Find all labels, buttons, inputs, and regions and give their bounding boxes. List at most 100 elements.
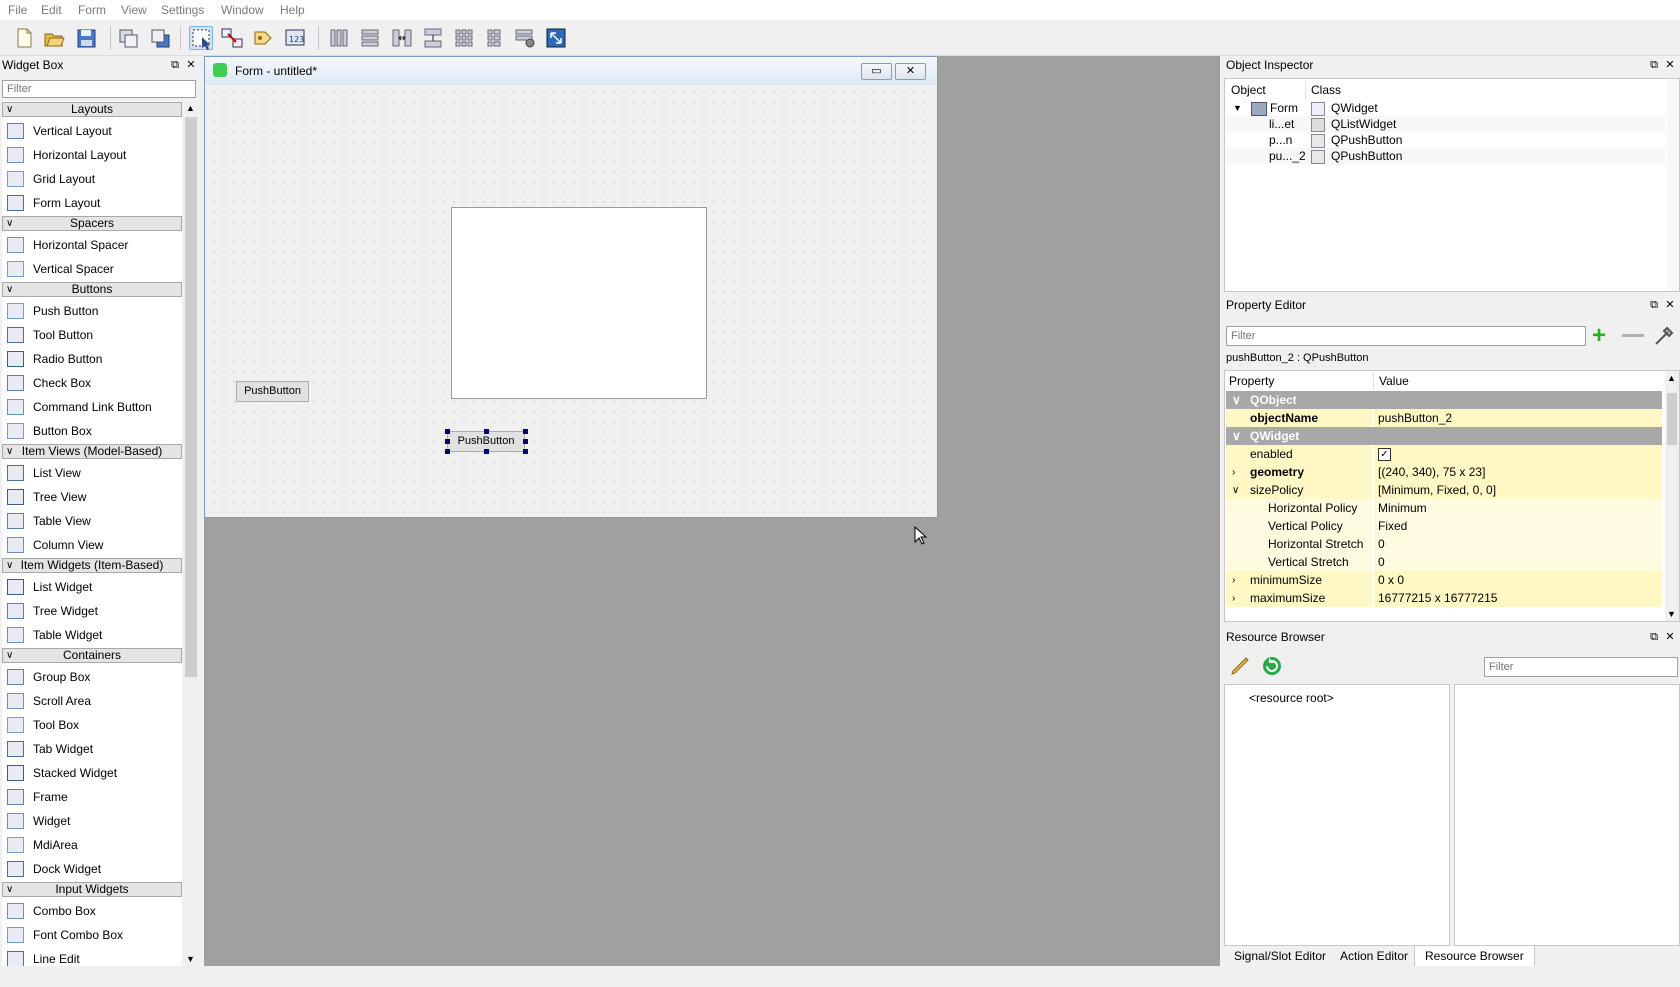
property-value[interactable]: pushButton_2 xyxy=(1374,409,1662,427)
property-table[interactable]: Property Value ∨ QObject objectName pushBut… xyxy=(1224,370,1680,622)
widget-item[interactable]: Tree Widget xyxy=(2,599,182,623)
widget-item[interactable]: Radio Button xyxy=(2,347,182,371)
chevron-down-icon[interactable]: ∨ xyxy=(6,217,13,230)
property-row[interactable]: Vertical Stretch 0 xyxy=(1226,553,1662,572)
chevron-down-icon[interactable]: ∨ xyxy=(6,649,13,662)
scrollbar-thumb[interactable] xyxy=(185,117,197,677)
selection-handle[interactable] xyxy=(445,449,450,454)
widget-item[interactable]: Vertical Spacer xyxy=(2,257,182,281)
form-canvas[interactable]: PushButton PushButton xyxy=(209,87,933,513)
property-value[interactable]: 0 xyxy=(1374,553,1662,571)
property-value[interactable]: ✓ xyxy=(1374,445,1662,463)
widget-item[interactable]: MdiArea xyxy=(2,833,182,857)
widget-item[interactable]: Table View xyxy=(2,509,182,533)
property-value[interactable]: 0 x 0 xyxy=(1374,571,1662,589)
category-header[interactable]: ∨ Item Views (Model-Based) xyxy=(2,444,182,459)
property-row[interactable]: Horizontal Stretch 0 xyxy=(1226,535,1662,554)
menu-form[interactable]: Form xyxy=(78,3,106,17)
widget-item[interactable]: Push Button xyxy=(2,299,182,323)
widget-item[interactable]: Stacked Widget xyxy=(2,761,182,785)
widget-item[interactable]: Frame xyxy=(2,785,182,809)
property-row[interactable]: › maximumSize 16777215 x 16777215 xyxy=(1226,589,1662,608)
minimize-button[interactable]: ▭ xyxy=(861,63,892,80)
widget-item[interactable]: Line Edit xyxy=(2,947,182,966)
chevron-down-icon[interactable]: ∨ xyxy=(1232,427,1241,446)
list-widget[interactable] xyxy=(451,207,707,399)
widget-item[interactable]: Group Box xyxy=(2,665,182,689)
tree-row-pushbutton-2[interactable]: pu..._2 QPushButton xyxy=(1225,148,1665,164)
widget-item[interactable]: Horizontal Spacer xyxy=(2,233,182,257)
save-form-icon[interactable] xyxy=(74,26,98,50)
tab-action-editor[interactable]: Action Editor xyxy=(1330,946,1418,966)
resource-filter-input[interactable] xyxy=(1484,657,1678,677)
widget-item[interactable]: Dock Widget xyxy=(2,857,182,881)
menu-settings[interactable]: Settings xyxy=(161,3,204,17)
lay-out-vertically-icon[interactable] xyxy=(358,26,382,50)
edit-resources-icon[interactable] xyxy=(1228,654,1252,678)
scrollbar-thumb[interactable] xyxy=(1667,393,1677,445)
widget-filter-input[interactable] xyxy=(2,80,196,98)
chevron-down-icon[interactable]: ∨ xyxy=(6,883,13,896)
lay-out-horizontally-icon[interactable] xyxy=(327,26,351,50)
chevron-right-icon[interactable]: › xyxy=(1232,571,1235,590)
vertical-splitter-icon[interactable] xyxy=(421,26,445,50)
menu-view[interactable]: View xyxy=(121,3,147,17)
widget-item[interactable]: List View xyxy=(2,461,182,485)
resource-root-item[interactable]: <resource root> xyxy=(1249,691,1334,705)
widget-item[interactable]: Table Widget xyxy=(2,623,182,647)
menu-edit[interactable]: Edit xyxy=(41,3,62,17)
close-dock-icon[interactable]: ✕ xyxy=(1664,59,1676,71)
reload-icon[interactable] xyxy=(1260,654,1284,678)
category-header[interactable]: ∨ Input Widgets xyxy=(2,882,182,897)
chevron-right-icon[interactable]: › xyxy=(1232,463,1235,482)
bring-forward-icon[interactable] xyxy=(116,26,140,50)
selection-handle[interactable] xyxy=(523,439,528,444)
tree-row-pushbutton[interactable]: p...n QPushButton xyxy=(1225,132,1665,148)
widget-item[interactable]: Check Box xyxy=(2,371,182,395)
property-row[interactable]: ∨ QObject xyxy=(1226,391,1662,410)
property-row[interactable]: › geometry [(240, 340), 75 x 23] xyxy=(1226,463,1662,482)
break-layout-icon[interactable] xyxy=(513,26,537,50)
property-row[interactable]: › minimumSize 0 x 0 xyxy=(1226,571,1662,590)
enabled-checkbox[interactable]: ✓ xyxy=(1378,448,1391,461)
chevron-right-icon[interactable]: › xyxy=(1232,589,1235,608)
selection-handle[interactable] xyxy=(523,429,528,434)
category-header[interactable]: ∨ Layouts xyxy=(2,102,182,117)
form-titlebar[interactable]: Form - untitled* ▭ ✕ xyxy=(205,57,937,85)
property-value[interactable]: Fixed xyxy=(1374,517,1662,535)
menu-file[interactable]: File xyxy=(8,3,27,17)
column-header-class[interactable]: Class xyxy=(1311,81,1341,99)
horizontal-splitter-icon[interactable] xyxy=(390,26,414,50)
form-window[interactable]: Form - untitled* ▭ ✕ PushButton PushButt… xyxy=(204,56,938,518)
tree-row-listwidget[interactable]: li...et QListWidget xyxy=(1225,116,1665,132)
selection-handle[interactable] xyxy=(484,429,489,434)
chevron-down-icon[interactable]: ∨ xyxy=(6,103,13,116)
widget-item[interactable]: Scroll Area xyxy=(2,689,182,713)
property-row[interactable]: Vertical Policy Fixed xyxy=(1226,517,1662,536)
widget-item[interactable]: Tool Button xyxy=(2,323,182,347)
property-scrollbar[interactable]: ▲ ▼ xyxy=(1665,371,1679,621)
property-value[interactable]: [Minimum, Fixed, 0, 0] xyxy=(1374,481,1662,499)
property-value[interactable]: 0 xyxy=(1374,535,1662,553)
menu-window[interactable]: Window xyxy=(221,3,264,17)
widget-item[interactable]: Tool Box xyxy=(2,713,182,737)
category-header[interactable]: ∨ Buttons xyxy=(2,282,182,297)
tab-resource-browser[interactable]: Resource Browser xyxy=(1414,946,1535,967)
widget-item[interactable]: Vertical Layout xyxy=(2,119,182,143)
resource-view[interactable] xyxy=(1454,684,1680,946)
resource-tree[interactable]: <resource root> xyxy=(1224,684,1450,946)
chevron-down-icon[interactable]: ∨ xyxy=(1232,481,1239,500)
send-backward-icon[interactable] xyxy=(148,26,172,50)
tree-row-form[interactable]: ▼ Form QWidget xyxy=(1225,100,1665,116)
scroll-up-icon[interactable]: ▲ xyxy=(186,103,195,113)
add-property-icon[interactable]: + xyxy=(1592,324,1606,348)
scroll-down-icon[interactable]: ▼ xyxy=(186,954,195,964)
column-header-property[interactable]: Property xyxy=(1229,372,1274,390)
scroll-down-icon[interactable]: ▼ xyxy=(1667,609,1676,619)
float-dock-icon[interactable]: ⧉ xyxy=(1648,299,1660,311)
close-dock-icon[interactable]: ✕ xyxy=(1664,631,1676,643)
chevron-down-icon[interactable]: ∨ xyxy=(6,283,13,296)
widget-item[interactable]: Widget xyxy=(2,809,182,833)
category-header[interactable]: ∨ Spacers xyxy=(2,216,182,231)
adjust-size-icon[interactable] xyxy=(544,26,568,50)
